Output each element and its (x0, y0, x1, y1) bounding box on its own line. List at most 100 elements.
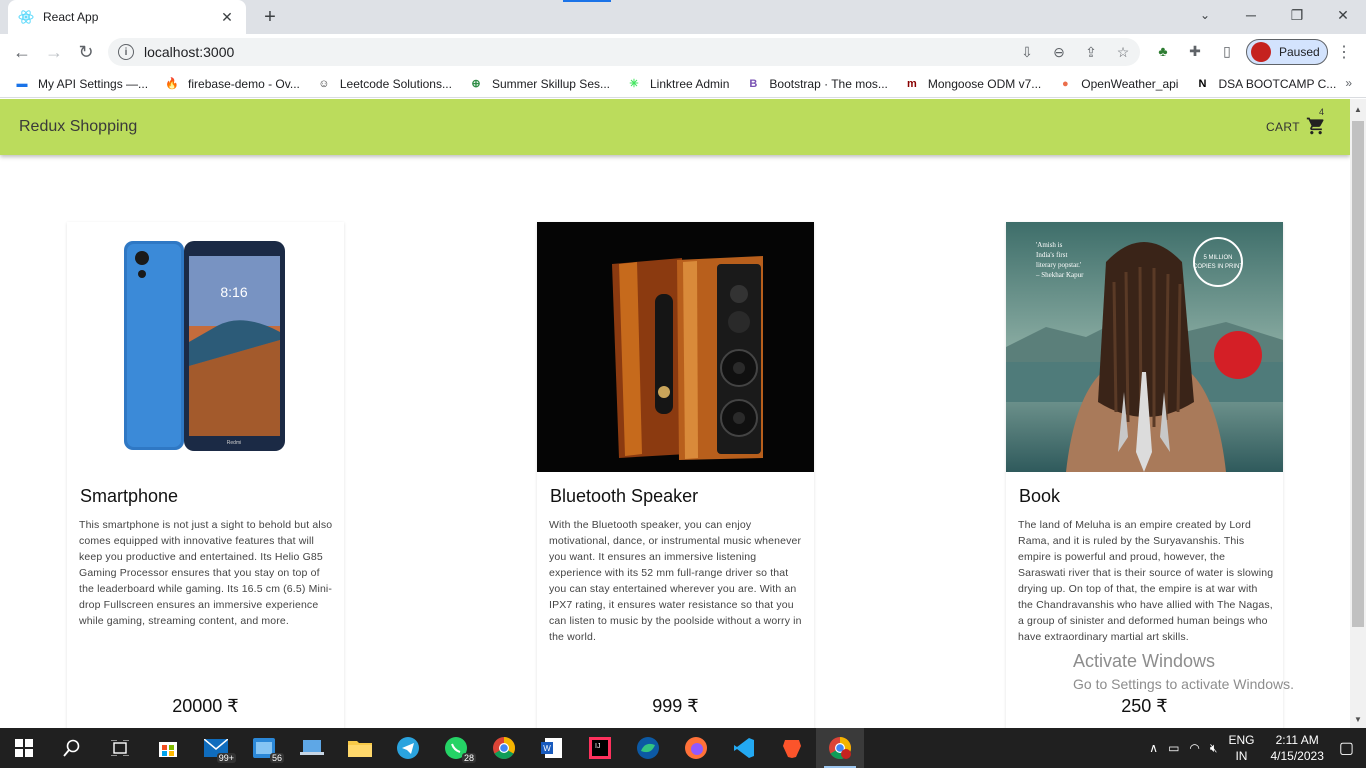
url-text[interactable]: localhost:3000 (144, 44, 234, 60)
menu-kebab-icon[interactable]: ⋮ (1336, 42, 1352, 62)
language-code: ENG (1228, 733, 1255, 747)
tab-search-chevron-icon[interactable]: ⌄ (1193, 4, 1217, 26)
extensions-puzzle-icon[interactable]: ✚ (1184, 40, 1206, 62)
bookmark-item[interactable]: 🔥 firebase-demo - Ov... (164, 76, 300, 92)
bookmark-label: Bootstrap · The mos... (769, 76, 888, 91)
system-clock[interactable]: 2:11 AM 4/15/2023 (1270, 732, 1323, 764)
bookmark-label: Linktree Admin (650, 76, 730, 91)
wifi-icon[interactable]: ◠ (1189, 741, 1199, 755)
scroll-down-arrow-icon[interactable]: ▼ (1354, 715, 1362, 724)
scroll-up-arrow-icon[interactable]: ▲ (1354, 105, 1362, 114)
chrome-icon[interactable] (480, 728, 528, 768)
word-icon[interactable]: W (528, 728, 576, 768)
notifications-icon[interactable]: ▢ (1339, 738, 1354, 758)
bookmark-item[interactable]: ● OpenWeather_api (1057, 76, 1179, 92)
restore-icon[interactable]: ❐ (1274, 0, 1320, 30)
close-tab-icon[interactable]: ✕ (218, 9, 236, 26)
avatar (1251, 42, 1271, 62)
side-panel-icon[interactable]: ▯ (1216, 40, 1238, 62)
microsoft-store-icon[interactable] (144, 728, 192, 768)
volume-muted-icon[interactable]: 🔇︎ (1210, 741, 1218, 756)
svg-text:IJ: IJ (595, 743, 600, 750)
back-icon[interactable]: ← (6, 36, 38, 68)
bookmark-item[interactable]: m Mongoose ODM v7... (904, 76, 1041, 92)
new-tab-button[interactable]: + (256, 5, 284, 29)
html-extension-icon[interactable]: ♣ (1152, 40, 1174, 62)
edge-icon[interactable] (624, 728, 672, 768)
bookmark-favicon-icon: 🔥 (165, 78, 179, 90)
cart-count: 4 (1318, 107, 1324, 117)
svg-text:India's first: India's first (1036, 251, 1067, 259)
region-code: IN (1235, 749, 1248, 763)
file-explorer-icon[interactable] (336, 728, 384, 768)
intellij-icon[interactable]: IJ (576, 728, 624, 768)
bookmark-label: Mongoose ODM v7... (927, 76, 1042, 91)
product-card-speaker[interactable]: Bluetooth Speaker With the Bluetooth spe… (537, 222, 814, 728)
svg-text:5 MILLION: 5 MILLION (1203, 255, 1232, 261)
minimize-icon[interactable]: ─ (1228, 0, 1274, 30)
bookmark-item[interactable]: N DSA BOOTCAMP C... (1194, 76, 1336, 92)
whatsapp-icon[interactable]: 28 (432, 728, 480, 768)
cart-button[interactable]: CART 4 (1266, 107, 1328, 138)
battery-icon[interactable]: ▭ (1168, 741, 1179, 755)
close-window-icon[interactable]: ✕ (1320, 0, 1366, 30)
scrollbar-thumb[interactable] (1352, 121, 1364, 627)
mail-count-badge: 99+ (216, 753, 236, 763)
product-card-smartphone[interactable]: 8:16 Redmi Smartphone This smartphone is… (67, 222, 344, 728)
react-icon (18, 9, 34, 25)
browser-tab[interactable]: React App ✕ (8, 0, 246, 34)
bookmark-label: firebase-demo - Ov... (188, 76, 300, 91)
forward-icon[interactable]: → (38, 36, 70, 68)
bookmark-star-icon[interactable]: ☆ (1114, 42, 1132, 62)
laptop-icon[interactable] (288, 728, 336, 768)
activate-subtitle: Go to Settings to activate Windows. (1073, 676, 1294, 692)
product-description: This smartphone is not just a sight to b… (79, 519, 333, 627)
tab-title: React App (43, 10, 99, 24)
windows-start-icon[interactable] (0, 728, 48, 768)
bookmarks-bar: ▬ My API Settings —... 🔥 firebase-demo - Ov… (0, 70, 1366, 98)
chevron-up-icon[interactable]: ∧ (1149, 741, 1158, 755)
brave-icon[interactable] (768, 728, 816, 768)
bookmark-label: Leetcode Solutions... (339, 76, 452, 91)
product-name: Book (1019, 486, 1061, 506)
vscode-icon[interactable] (720, 728, 768, 768)
vertical-scrollbar[interactable]: ▲ ▼ (1350, 99, 1366, 728)
app-icon[interactable]: 56 (240, 728, 288, 768)
search-icon[interactable] (48, 728, 96, 768)
bookmark-favicon-icon: N (1198, 77, 1207, 90)
bookmark-favicon-icon: ☺ (318, 77, 330, 90)
mail-icon[interactable]: 99+ (192, 728, 240, 768)
bookmark-item[interactable]: ⊕ Summer Skillup Ses... (468, 76, 610, 92)
product-price: 999 ₹ (652, 696, 699, 716)
firefox-icon[interactable] (672, 728, 720, 768)
task-view-icon[interactable] (96, 728, 144, 768)
telegram-icon[interactable] (384, 728, 432, 768)
bookmark-item[interactable]: ✳ Linktree Admin (626, 76, 729, 92)
bookmark-item[interactable]: ▬ My API Settings —... (14, 76, 149, 92)
brand-title: Redux Shopping (19, 118, 138, 135)
product-description: The land of Meluha is an empire created … (1018, 519, 1274, 643)
tab-strip: React App ✕ + ⌄ ─ ❐ ✕ (0, 0, 1366, 34)
bookmarks-overflow-icon[interactable]: » (1345, 76, 1352, 90)
zoom-icon[interactable]: ⊖ (1050, 42, 1068, 62)
bookmark-item[interactable]: B Bootstrap · The mos... (745, 76, 888, 92)
product-image-book: 5 MILLION COPIES IN PRINT 'Amish is Indi… (1006, 222, 1283, 472)
share-icon[interactable]: ⇪ (1082, 42, 1100, 62)
profile-button[interactable]: Paused (1246, 39, 1328, 65)
profile-status: Paused (1279, 45, 1320, 59)
address-bar[interactable]: i localhost:3000 ⇩ ⊖ ⇪ ☆ (108, 38, 1140, 66)
bookmark-item[interactable]: ☺ Leetcode Solutions... (316, 76, 452, 92)
bookmark-favicon-icon: ⊕ (471, 78, 481, 90)
whatsapp-count-badge: 28 (461, 753, 476, 763)
chrome-profile-icon[interactable] (816, 728, 864, 768)
product-price: 20000 ₹ (172, 696, 239, 716)
windows-taskbar: 99+ 56 28 W IJ ∧ ▭ ◠ 🔇︎ ENG IN 2:11 AM 4… (0, 728, 1366, 768)
product-name: Smartphone (80, 486, 179, 506)
svg-text:'Amish is: 'Amish is (1036, 241, 1063, 249)
reload-icon[interactable]: ↻ (70, 36, 102, 68)
svg-text:W: W (543, 744, 551, 753)
site-info-icon[interactable]: i (118, 44, 134, 60)
language-indicator[interactable]: ENG IN (1228, 732, 1254, 764)
activate-title: Activate Windows (1073, 651, 1216, 671)
install-icon[interactable]: ⇩ (1018, 42, 1036, 62)
